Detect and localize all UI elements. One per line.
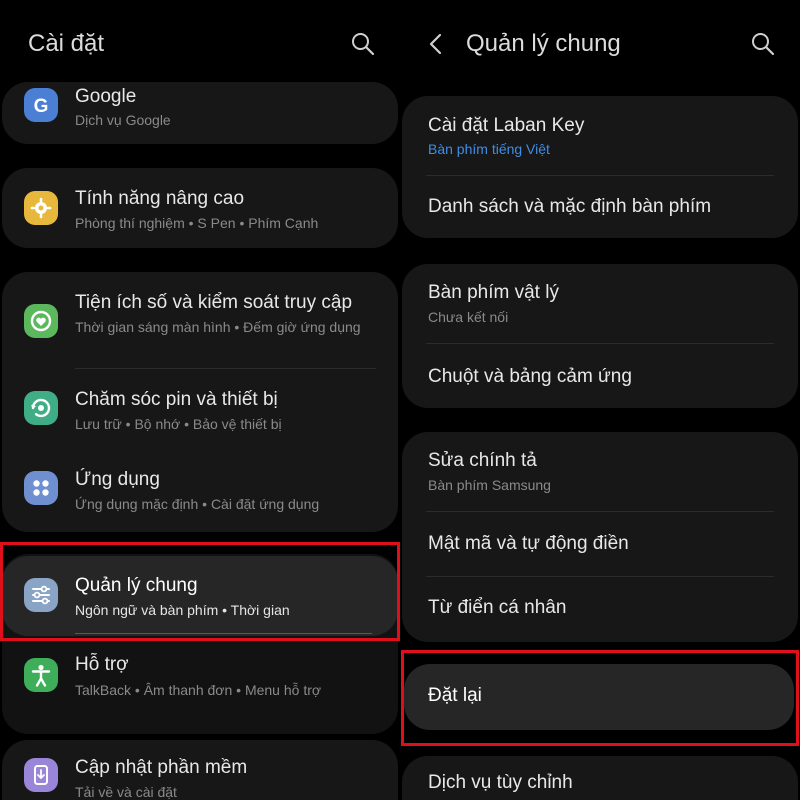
settings-card-group: Tiện ích số và kiểm soát truy cập Thời g… [2,272,398,532]
item-title: Hỗ trợ [75,654,129,675]
text-card: Sửa chính tả Bàn phím Samsung Mật mã và … [402,432,798,642]
settings-item-device-care[interactable]: Chăm sóc pin và thiết bị Lưu trữ • Bộ nh… [2,369,398,449]
item-title: Cài đặt Laban Key [428,115,585,136]
setting-passwords-autofill[interactable]: Mật mã và tự động điền [402,512,798,576]
highlight-box [0,542,400,641]
item-subtitle: Phòng thí nghiệm • S Pen • Phím Cạnh [75,215,319,231]
item-title: Bàn phím vật lý [428,282,559,303]
settings-card-google: G Google Dịch vụ Google [2,82,398,144]
google-icon: G [24,88,58,122]
item-subtitle: Bàn phím Samsung [428,477,551,493]
item-title: Google [75,86,137,107]
item-subtitle: Chưa kết nối [428,309,509,325]
item-title: Tính năng nâng cao [75,188,245,209]
accessibility-icon [24,658,58,692]
settings-card-update: Cập nhật phần mềm Tải về và cài đặt [2,740,398,800]
digital-wellbeing-icon [24,304,58,338]
page-title: Cài đặt [28,30,105,57]
item-subtitle: Lưu trữ • Bộ nhớ • Bảo vệ thiết bị [75,416,282,432]
custom-service-card: Dịch vụ tùy chỉnh [402,756,798,800]
item-subtitle: Tải về và cài đặt [75,784,177,800]
item-subtitle: Bàn phím tiếng Việt [428,141,550,157]
settings-item-accessibility[interactable]: Hỗ trợ TalkBack • Âm thanh đơn • Menu hỗ… [2,638,398,718]
item-subtitle: Dịch vụ Google [75,112,171,128]
general-management-panel: Quản lý chung Cài đặt Laban Key Bàn phím… [400,0,800,800]
item-title: Từ điển cá nhân [428,597,567,618]
svg-text:G: G [34,96,49,117]
item-title: Dịch vụ tùy chỉnh [428,772,573,793]
setting-custom-service[interactable]: Dịch vụ tùy chỉnh [402,756,798,800]
keyboard-card: Cài đặt Laban Key Bàn phím tiếng Việt Da… [402,96,798,238]
back-arrow-icon[interactable] [426,31,446,57]
item-subtitle: TalkBack • Âm thanh đơn • Menu hỗ trợ [75,682,322,698]
advanced-features-icon [24,191,58,225]
item-title: Ứng dụng [75,469,160,490]
setting-laban-key[interactable]: Cài đặt Laban Key Bàn phím tiếng Việt [402,96,798,174]
item-title: Chuột và bảng cảm ứng [428,366,632,387]
settings-item-apps[interactable]: Ứng dụng Ứng dụng mặc định • Cài đặt ứng… [2,449,398,529]
highlight-box [401,650,799,746]
settings-panel: Cài đặt G Google Dịch vụ Google Tính năn… [0,0,400,800]
input-devices-card: Bàn phím vật lý Chưa kết nối Chuột và bả… [402,264,798,408]
item-title: Cập nhật phần mềm [75,757,248,778]
apps-icon [24,471,58,505]
item-title: Tiện ích số và kiểm soát truy cập [75,292,353,313]
device-care-icon [24,391,58,425]
software-update-icon [24,758,58,792]
settings-card-advanced: Tính năng nâng cao Phòng thí nghiệm • S … [2,168,398,248]
item-title: Sửa chính tả [428,450,537,471]
item-subtitle: Thời gian sáng màn hình • Đếm giờ ứng dụ… [75,319,361,335]
settings-item-digital-wellbeing[interactable]: Tiện ích số và kiểm soát truy cập Thời g… [2,272,398,362]
general-management-header: Quản lý chung [400,0,800,80]
settings-item-software-update[interactable]: Cập nhật phần mềm Tải về và cài đặt [2,740,398,800]
search-icon[interactable] [750,31,776,57]
search-icon[interactable] [350,31,376,57]
settings-header: Cài đặt [0,0,400,80]
settings-item-google[interactable]: G Google Dịch vụ Google [2,82,398,144]
item-title: Chăm sóc pin và thiết bị [75,389,278,410]
settings-item-advanced-features[interactable]: Tính năng nâng cao Phòng thí nghiệm • S … [2,168,398,248]
setting-personal-dictionary[interactable]: Từ điển cá nhân [402,577,798,641]
item-title: Mật mã và tự động điền [428,533,629,554]
setting-mouse-touchpad[interactable]: Chuột và bảng cảm ứng [402,344,798,408]
item-subtitle: Ứng dụng mặc định • Cài đặt ứng dụng [75,496,320,512]
setting-keyboard-list[interactable]: Danh sách và mặc định bàn phím [402,176,798,238]
item-title: Danh sách và mặc định bàn phím [428,196,712,217]
setting-spell-check[interactable]: Sửa chính tả Bàn phím Samsung [402,432,798,510]
setting-physical-keyboard[interactable]: Bàn phím vật lý Chưa kết nối [402,264,798,342]
page-title: Quản lý chung [466,30,621,57]
